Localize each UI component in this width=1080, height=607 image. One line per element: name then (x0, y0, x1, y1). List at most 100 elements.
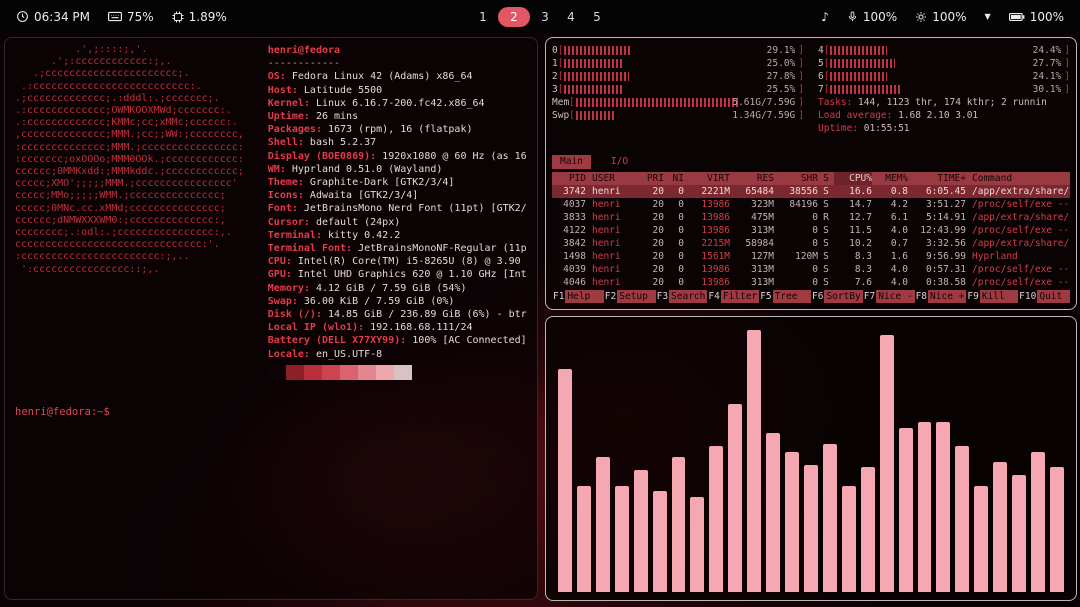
cell: 13986 (701, 264, 730, 275)
meter-fill (575, 98, 740, 107)
meter-mem: Mem[5.61G/7.59G] (552, 96, 804, 109)
battery-label: 100% (1029, 9, 1064, 24)
info-value: Adwaita [GTK2/3/4] (303, 190, 419, 202)
fkey-sortby[interactable]: F6 SortBy (811, 290, 863, 303)
cell: henri (592, 199, 621, 210)
cpu-icon (172, 11, 184, 23)
process-row[interactable]: 1498 henri 20 0 1561M 127M 120M S 8.3 1.6 9:56.99 H… (552, 250, 1070, 263)
info-line: Disk (/): 14.85 GiB / 236.89 GiB (6%) - … (268, 308, 527, 321)
cell: 11.5 (849, 225, 872, 236)
process-row[interactable]: 4039 henri 20 0 13986 313M 0 S 8.3 4.0 0:57.31/pro… (552, 263, 1070, 276)
color-swatch (357, 364, 376, 380)
cell: 65484 (745, 186, 774, 197)
line-value: 01:55:51 (863, 123, 910, 134)
meter-swp: Swp[1.34G/7.59G] (552, 109, 804, 122)
fkey-label: Tree (772, 290, 811, 303)
info-line: GPU: Intel UHD Graphics 620 @ 1.10 GHz [… (268, 268, 527, 281)
column-header-s[interactable]: S (818, 172, 834, 185)
cell: S (823, 264, 829, 275)
column-header-time[interactable]: TIME+ (908, 172, 966, 185)
meter-fill (830, 72, 887, 81)
meter-value: 24.1% (1032, 71, 1062, 82)
cell: 475M (751, 212, 774, 223)
workspace-2[interactable]: 2 (498, 6, 530, 27)
meter-track: 24.4% (830, 44, 1063, 57)
line-label: Load average: (818, 110, 899, 121)
tab-io[interactable]: I/O (603, 155, 636, 169)
workspaces: 12345 (472, 0, 608, 33)
audio-bar (955, 446, 970, 592)
cpu-module[interactable]: 1.89% (172, 10, 227, 24)
audio-bar (841, 486, 856, 592)
meter-fill (564, 59, 623, 68)
audio-bar (993, 462, 1008, 592)
column-header-command[interactable]: Command (966, 172, 1070, 185)
gear-module[interactable]: 100% (915, 9, 967, 24)
cell: 14.7 (849, 199, 872, 210)
info-value: 26 mins (309, 111, 359, 123)
column-header-ni[interactable]: NI (664, 172, 684, 185)
color-swatch (321, 364, 340, 380)
gear-label: 100% (932, 9, 967, 24)
color-swatch (375, 364, 394, 380)
keyboard-module[interactable]: 75% (108, 10, 154, 24)
battery-module[interactable]: 100% (1008, 9, 1064, 24)
htop-window[interactable]: 0[29.1%] 1[25.0%] 2[27.8%] 3[25.5%] Mem[5.61… (545, 37, 1077, 310)
workspace-1[interactable]: 1 (472, 10, 494, 24)
column-header-res[interactable]: RES (730, 172, 774, 185)
fkey-label: Setup (617, 290, 656, 303)
fkey-tree[interactable]: F5 Tree (759, 290, 811, 303)
workspace-5[interactable]: 5 (586, 10, 608, 24)
audio-bar (803, 464, 818, 592)
microphone-module[interactable]: 100% (847, 10, 897, 24)
workspace-3[interactable]: 3 (534, 10, 556, 24)
info-value: 4.12 GiB / 7.59 GiB (54%) (309, 282, 467, 294)
cell: 0 (678, 238, 684, 249)
music-module[interactable]: ♪ (821, 11, 829, 23)
column-header-pri[interactable]: PRI (638, 172, 664, 185)
fkey-filter[interactable]: F4 Filter (707, 290, 760, 303)
cell: S (823, 186, 829, 197)
tab-main[interactable]: Main (552, 155, 591, 169)
terminal-window[interactable]: .',;::::;,'. .';:cccccccccccc:;,. .;cccc… (4, 37, 538, 600)
process-table-header: PID USER PRI NI VIRT RES SHR S CPU% MEM% TIME+ Comm… (552, 172, 1070, 185)
fkey-kill[interactable]: F9 Kill (966, 290, 1019, 303)
shell-prompt[interactable]: henri@fedora:~$ (15, 406, 527, 418)
column-header-virt[interactable]: VIRT (684, 172, 730, 185)
cell: 20 (652, 238, 664, 249)
process-row[interactable]: 4122 henri 20 0 13986 313M 0 S 11.5 4.0 12:43.99/p… (552, 224, 1070, 237)
process-row[interactable]: 3742 henri 20 0 2221M 65484 38556 S 16.6 0.8 6:05.… (552, 185, 1070, 198)
info-line: CPU: Intel(R) Core(TM) i5-8265U (8) @ 3.… (268, 255, 527, 268)
process-row[interactable]: 3833 henri 20 0 13986 475M 0 R 12.7 6.1 5:14.91/ap… (552, 211, 1070, 224)
cell: R (823, 212, 829, 223)
fkey-quit[interactable]: F10 Quit (1018, 290, 1070, 303)
visualizer-window[interactable] (545, 316, 1077, 601)
process-row[interactable]: 3842 henri 20 0 2215M 58984 0 S 10.2 0.7 3:32.56/a… (552, 237, 1070, 250)
column-header-pid[interactable]: PID (552, 172, 586, 185)
info-value: Graphite-Dark [GTK2/3/4] (303, 177, 455, 189)
uptime-line: Uptime: 01:55:51 (818, 122, 1070, 135)
fkey-search[interactable]: F3 Search (656, 290, 708, 303)
fkey-number: F5 (760, 291, 772, 302)
fkey-nice-[interactable]: F7 Nice - (863, 290, 915, 303)
meter-fill (564, 72, 630, 81)
meter-label: Swp (552, 110, 570, 121)
workspace-4[interactable]: 4 (560, 10, 582, 24)
column-header-shr[interactable]: SHR (774, 172, 818, 185)
fkey-setup[interactable]: F2 Setup (604, 290, 656, 303)
fkey-nice+[interactable]: F8 Nice + (915, 290, 967, 303)
meter-value: 30.1% (1032, 84, 1062, 95)
dropdown-module[interactable]: ▼ (985, 12, 991, 21)
column-header-cpu[interactable]: CPU% (834, 172, 872, 185)
cell: 0 (678, 264, 684, 275)
info-value: JetBrainsMonoNF-Regular (11p (352, 243, 527, 255)
info-value: Hyprland 0.51.0 (Wayland) (285, 163, 443, 175)
fastfetch-separator: ------------ (267, 58, 341, 70)
column-header-user[interactable]: USER (586, 172, 638, 185)
process-row[interactable]: 4037 henri 20 0 13986 323M 84196 S 14.7 4.2 3:51.2… (552, 198, 1070, 211)
column-header-mem[interactable]: MEM% (872, 172, 908, 185)
clock-module[interactable]: 06:34 PM (16, 10, 90, 24)
fkey-help[interactable]: F1 Help (552, 290, 604, 303)
cell: 323M (751, 199, 774, 210)
process-row[interactable]: 4046 henri 20 0 13986 313M 0 S 7.6 4.0 0:38.58/pro… (552, 276, 1070, 289)
